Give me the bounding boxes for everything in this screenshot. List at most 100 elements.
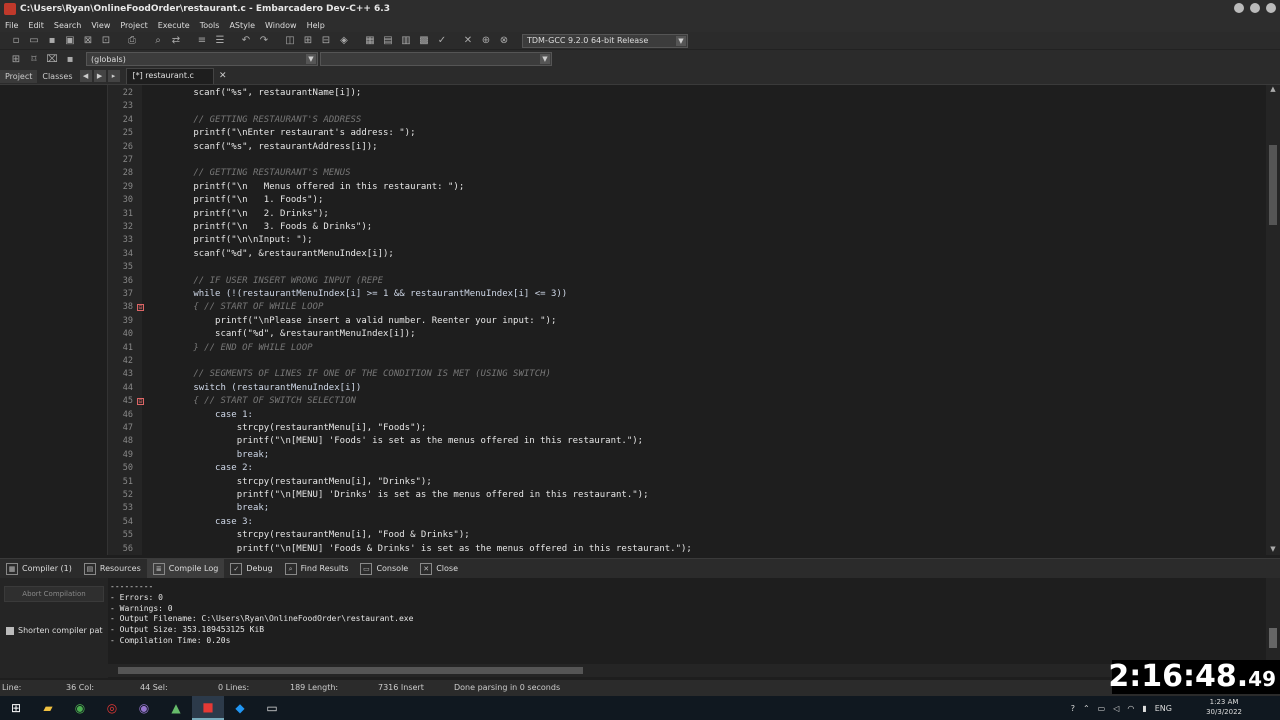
chevron-left-icon[interactable]: ◀ — [79, 70, 92, 82]
unindent-icon[interactable]: ☰ — [212, 34, 228, 48]
windows-start-icon[interactable]: ⊞ — [0, 696, 32, 720]
app-icon-green[interactable]: ▲ — [160, 696, 192, 720]
menu-execute[interactable]: Execute — [153, 21, 195, 30]
volume-icon[interactable]: ◁ — [1113, 704, 1119, 713]
tab-resources[interactable]: ▤ Resources — [78, 559, 147, 579]
print-icon[interactable]: ⎙ — [124, 34, 140, 48]
code-line[interactable]: 39 printf("\nPlease insert a valid numbe… — [108, 315, 1266, 328]
chevron-right-icon[interactable]: ▶ — [93, 70, 106, 82]
code-line[interactable]: 25 printf("\nEnter restaurant's address:… — [108, 127, 1266, 140]
app-icon-purple[interactable]: ◉ — [128, 696, 160, 720]
menu-file[interactable]: File — [0, 21, 23, 30]
insert-icon[interactable]: ⊞ — [8, 52, 24, 66]
tab-project[interactable]: Project — [0, 69, 38, 83]
fold-toggle-icon[interactable]: ⊟ — [137, 398, 144, 406]
code-line[interactable]: 38 ⊟ { // START OF WHILE LOOP — [108, 301, 1266, 314]
minimize-button[interactable] — [1234, 3, 1244, 13]
wifi-icon[interactable]: ◠ — [1127, 704, 1134, 713]
code-line[interactable]: 33 printf("\n\nInput: "); — [108, 234, 1266, 247]
code-line[interactable]: 31 printf("\n 2. Drinks"); — [108, 208, 1266, 221]
menu-astyle[interactable]: AStyle — [224, 21, 260, 30]
new-file-icon[interactable]: ▫ — [8, 34, 24, 48]
tab-classes[interactable]: Classes — [37, 70, 77, 83]
code-line[interactable]: 52 printf("\n[MENU] 'Drinks' is set as t… — [108, 489, 1266, 502]
close-icon[interactable]: ✕ — [219, 69, 227, 83]
close-window-button[interactable] — [1266, 3, 1276, 13]
code-line[interactable]: 42 — [108, 355, 1266, 368]
fold-toggle-icon[interactable]: ⊟ — [137, 304, 144, 312]
new-project-icon[interactable]: ◫ — [282, 34, 298, 48]
save-icon[interactable]: ▪ — [44, 34, 60, 48]
code-line[interactable]: 41 } // END OF WHILE LOOP — [108, 342, 1266, 355]
code-line[interactable]: 30 printf("\n 1. Foods"); — [108, 194, 1266, 207]
rebuild-icon[interactable]: ▩ — [416, 34, 432, 48]
code-line[interactable]: 24 // GETTING RESTAURANT'S ADDRESS — [108, 114, 1266, 127]
code-line[interactable]: 49 break; — [108, 449, 1266, 462]
tab-find-results[interactable]: ⌕ Find Results — [279, 559, 355, 579]
open-file-icon[interactable]: ▭ — [26, 34, 42, 48]
network-icon[interactable]: ▭ — [1098, 704, 1106, 713]
shorten-paths-checkbox[interactable] — [6, 626, 14, 635]
menu-view[interactable]: View — [86, 21, 115, 30]
menu-project[interactable]: Project — [115, 21, 152, 30]
goto-bookmark-icon[interactable]: ⌧ — [44, 52, 60, 66]
window-app-icon[interactable]: ▭ — [256, 696, 288, 720]
code-editor[interactable]: 22 scanf("%s", restaurantName[i]); 23 24 /… — [108, 85, 1266, 555]
code-line[interactable]: 48 printf("\n[MENU] 'Foods' is set as th… — [108, 435, 1266, 448]
tab-compiler[interactable]: ▦ Compiler (1) — [0, 559, 78, 579]
redo-icon[interactable]: ↷ — [256, 34, 272, 48]
code-line[interactable]: 44 switch (restaurantMenuIndex[i]) — [108, 382, 1266, 395]
pin-icon[interactable]: ▸ — [107, 70, 120, 82]
member-select[interactable]: ▼ — [320, 52, 552, 66]
tab-debug[interactable]: ✓ Debug — [224, 559, 278, 579]
save-all-icon[interactable]: ▣ — [62, 34, 78, 48]
code-line[interactable]: 27 — [108, 154, 1266, 167]
scrollbar-thumb[interactable] — [1269, 145, 1277, 225]
code-line[interactable]: 50 case 2: — [108, 462, 1266, 475]
debug-icon[interactable]: ⊕ — [478, 34, 494, 48]
code-line[interactable]: 53 break; — [108, 502, 1266, 515]
chrome-icon[interactable]: ◉ — [64, 696, 96, 720]
app-icon-red[interactable]: ◎ — [96, 696, 128, 720]
run-icon[interactable]: ▤ — [380, 34, 396, 48]
compiler-select[interactable]: TDM-GCC 9.2.0 64-bit Release ▼ — [522, 33, 688, 48]
replace-icon[interactable]: ⇄ — [168, 34, 184, 48]
log-horizontal-scrollbar[interactable] — [108, 664, 1266, 677]
shorten-paths-option[interactable]: Shorten compiler pat — [6, 626, 102, 635]
code-line[interactable]: 54 case 3: — [108, 516, 1266, 529]
code-line[interactable]: 32 printf("\n 3. Foods & Drinks"); — [108, 221, 1266, 234]
menu-edit[interactable]: Edit — [23, 21, 49, 30]
tab-compile-log[interactable]: ≣ Compile Log — [146, 558, 225, 579]
menu-tools[interactable]: Tools — [195, 21, 225, 30]
vscode-icon[interactable]: ◆ — [224, 696, 256, 720]
scrollbar-thumb[interactable] — [1269, 628, 1277, 648]
language-indicator[interactable]: ENG — [1155, 704, 1172, 713]
compile-run-icon[interactable]: ▥ — [398, 34, 414, 48]
code-line[interactable]: 29 printf("\n Menus offered in this rest… — [108, 181, 1266, 194]
profile-icon[interactable]: ⊗ — [496, 34, 512, 48]
code-line[interactable]: 55 strcpy(restaurantMenu[i], "Food & Dri… — [108, 529, 1266, 542]
taskbar-clock[interactable]: 1:23 AM 30/3/2022 — [1206, 697, 1242, 717]
code-line[interactable]: 40 scanf("%d", &restaurantMenuIndex[i]); — [108, 328, 1266, 341]
code-line[interactable]: 45 ⊟ { // START OF SWITCH SELECTION — [108, 395, 1266, 408]
project-options-icon[interactable]: ◈ — [336, 34, 352, 48]
help-icon[interactable]: ? — [1071, 704, 1075, 713]
code-line[interactable]: 43 // SEGMENTS OF LINES IF ONE OF THE CO… — [108, 368, 1266, 381]
close-all-icon[interactable]: ⊡ — [98, 34, 114, 48]
abort-compilation-button[interactable]: Abort Compilation — [4, 586, 104, 602]
find-icon[interactable]: ⌕ — [150, 34, 166, 48]
close-file-icon[interactable]: ⊠ — [80, 34, 96, 48]
maximize-button[interactable] — [1250, 3, 1260, 13]
file-explorer-icon[interactable]: ▰ — [32, 696, 64, 720]
menu-help[interactable]: Help — [302, 21, 330, 30]
menu-search[interactable]: Search — [49, 21, 86, 30]
chevron-up-icon[interactable]: ⌃ — [1083, 704, 1090, 713]
scrollbar-thumb[interactable] — [118, 667, 583, 674]
remove-from-project-icon[interactable]: ⊟ — [318, 34, 334, 48]
battery-icon[interactable]: ▮ — [1142, 704, 1146, 713]
stop-execution-icon[interactable]: ✕ — [460, 34, 476, 48]
undo-icon[interactable]: ↶ — [238, 34, 254, 48]
code-line[interactable]: 51 strcpy(restaurantMenu[i], "Drinks"); — [108, 476, 1266, 489]
indent-icon[interactable]: ≡ — [194, 34, 210, 48]
class-select[interactable]: (globals) ▼ — [86, 52, 318, 66]
